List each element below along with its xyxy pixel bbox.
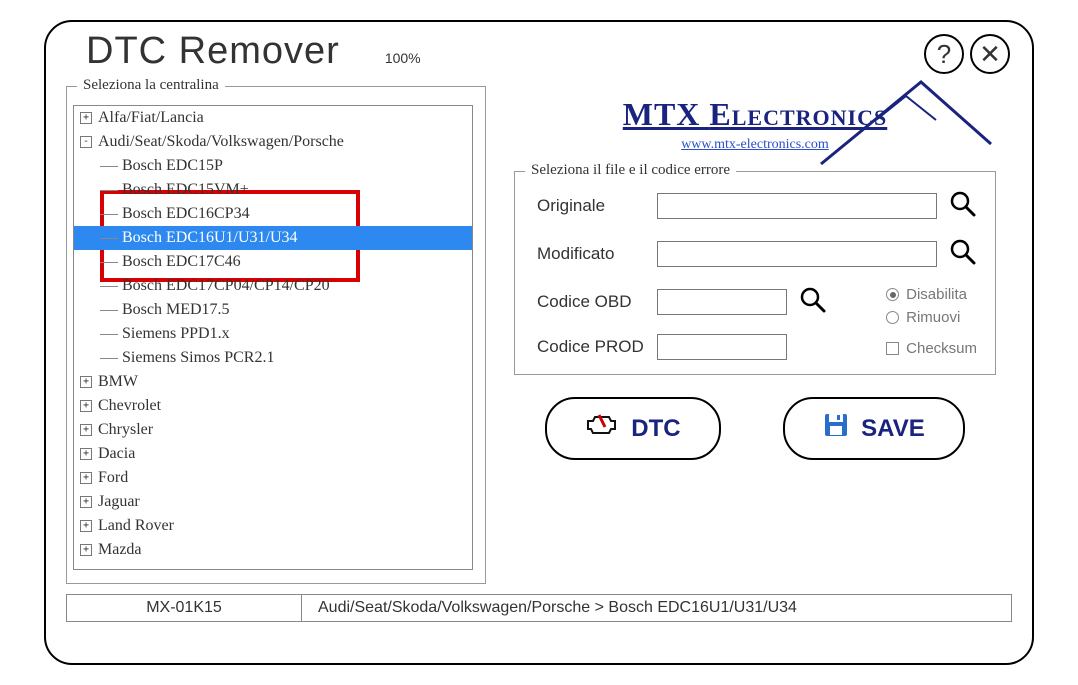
progress-label: 100% (385, 50, 421, 66)
tree-node-label: Ford (98, 469, 128, 487)
codice-obd-input[interactable] (657, 289, 787, 315)
brand-area: MTX Electronics www.mtx-electronics.com (514, 96, 996, 153)
expand-icon[interactable]: + (80, 520, 92, 532)
tree-child-label: Siemens PPD1.x (122, 325, 230, 343)
tree-node-jaguar[interactable]: + Jaguar (74, 490, 472, 514)
tree-node-label: BMW (98, 373, 138, 391)
tree-child-label: Bosch EDC17C46 (122, 253, 241, 271)
checkbox-label: Checksum (906, 340, 977, 357)
radio-label: Disabilita (906, 286, 967, 303)
tree-node-audi[interactable]: - Audi/Seat/Skoda/Volkswagen/Porsche (74, 130, 472, 154)
tree-child-selected[interactable]: Bosch EDC16U1/U31/U34 (74, 226, 472, 250)
tree-node-chrysler[interactable]: + Chrysler (74, 418, 472, 442)
originale-input[interactable] (657, 193, 937, 219)
tree-node-label: Chrysler (98, 421, 153, 439)
tree-node-label: Mazda (98, 541, 142, 559)
ecu-fieldset-label: Seleziona la centralina (77, 77, 225, 94)
help-button[interactable]: ? (924, 34, 964, 74)
tree-node-label: Alfa/Fiat/Lancia (98, 109, 204, 127)
status-path: Audi/Seat/Skoda/Volkswagen/Porsche > Bos… (302, 595, 1011, 621)
expand-icon[interactable]: + (80, 472, 92, 484)
tree-child-label: Bosch EDC15VM+ (122, 181, 249, 199)
brand-logo: MTX Electronics (623, 96, 887, 133)
status-model: MX-01K15 (67, 595, 302, 621)
checkbox-checksum[interactable]: Checksum (886, 340, 977, 357)
tree-child-label: Bosch EDC16CP34 (122, 205, 250, 223)
tree-node-bmw[interactable]: + BMW (74, 370, 472, 394)
tree-node-mazda[interactable]: + Mazda (74, 538, 472, 562)
tree-node-ford[interactable]: + Ford (74, 466, 472, 490)
tree-node-label: Audi/Seat/Skoda/Volkswagen/Porsche (98, 133, 344, 151)
close-button[interactable]: ✕ (970, 34, 1010, 74)
originale-label: Originale (537, 196, 657, 216)
main-window: DTC Remover 100% ? ✕ Seleziona la centra… (44, 20, 1034, 665)
expand-icon[interactable]: + (80, 496, 92, 508)
codice-obd-label: Codice OBD (537, 292, 657, 312)
tree-child[interactable]: Bosch MED17.5 (74, 298, 472, 322)
radio-label: Rimuovi (906, 309, 960, 326)
tree-child-label: Bosch EDC16U1/U31/U34 (122, 229, 298, 247)
codice-prod-label: Codice PROD (537, 337, 657, 357)
modificato-label: Modificato (537, 244, 657, 264)
engine-icon (585, 411, 619, 446)
dtc-button[interactable]: DTC (545, 397, 720, 460)
expand-icon[interactable]: + (80, 448, 92, 460)
tree-child[interactable]: Bosch EDC15VM+ (74, 178, 472, 202)
tree-node-label: Chevrolet (98, 397, 161, 415)
tree-node-chevrolet[interactable]: + Chevrolet (74, 394, 472, 418)
tree-node-label: Land Rover (98, 517, 174, 535)
status-bar: MX-01K15 Audi/Seat/Skoda/Volkswagen/Pors… (66, 594, 1012, 622)
tree-node-alfa[interactable]: + Alfa/Fiat/Lancia (74, 106, 472, 130)
radio-icon (886, 288, 899, 301)
tree-child[interactable]: Siemens Simos PCR2.1 (74, 346, 472, 370)
search-icon[interactable] (799, 286, 827, 318)
expand-icon[interactable]: + (80, 400, 92, 412)
tree-node-landrover[interactable]: + Land Rover (74, 514, 472, 538)
save-button-label: SAVE (861, 415, 925, 443)
brand-name-pre: MTX (623, 96, 710, 132)
right-panel: MTX Electronics www.mtx-electronics.com … (498, 86, 1012, 584)
ecu-select-panel: Seleziona la centralina + Alfa/Fiat/Lanc… (66, 86, 486, 584)
file-fieldset-label: Seleziona il file e il codice errore (525, 162, 736, 179)
save-button[interactable]: SAVE (783, 397, 965, 460)
radio-icon (886, 311, 899, 324)
dtc-button-label: DTC (631, 415, 680, 443)
tree-child[interactable]: Bosch EDC17C46 (74, 250, 472, 274)
floppy-disk-icon (823, 412, 849, 445)
checkbox-icon (886, 342, 899, 355)
tree-child[interactable]: Bosch EDC16CP34 (74, 202, 472, 226)
options-column: Disabilita Rimuovi Checksum (886, 286, 977, 357)
radio-rimuovi[interactable]: Rimuovi (886, 309, 977, 326)
ecu-treeview[interactable]: + Alfa/Fiat/Lancia - Audi/Seat/Skoda/Vol… (73, 105, 473, 570)
file-error-group: Seleziona il file e il codice errore Ori… (514, 171, 996, 375)
search-icon[interactable] (949, 238, 977, 270)
expand-icon[interactable]: + (80, 424, 92, 436)
tree-child-label: Bosch MED17.5 (122, 301, 230, 319)
tree-node-dacia[interactable]: + Dacia (74, 442, 472, 466)
search-icon[interactable] (949, 190, 977, 222)
tree-child[interactable]: Bosch EDC17CP04/CP14/CP20 (74, 274, 472, 298)
tree-child[interactable]: Bosch EDC15P (74, 154, 472, 178)
expand-icon[interactable]: + (80, 544, 92, 556)
tree-node-label: Dacia (98, 445, 135, 463)
tree-node-label: Jaguar (98, 493, 140, 511)
expand-icon[interactable]: + (80, 376, 92, 388)
app-title: DTC Remover (86, 30, 340, 73)
expand-icon[interactable]: + (80, 112, 92, 124)
collapse-icon[interactable]: - (80, 136, 92, 148)
tree-child-label: Bosch EDC15P (122, 157, 223, 175)
brand-name-post: Electronics (709, 96, 887, 132)
tree-child-label: Siemens Simos PCR2.1 (122, 349, 274, 367)
radio-disabilita[interactable]: Disabilita (886, 286, 977, 303)
brand-url-link[interactable]: www.mtx-electronics.com (681, 137, 829, 153)
modificato-input[interactable] (657, 241, 937, 267)
tree-child-label: Bosch EDC17CP04/CP14/CP20 (122, 277, 330, 295)
tree-child[interactable]: Siemens PPD1.x (74, 322, 472, 346)
codice-prod-input[interactable] (657, 334, 787, 360)
